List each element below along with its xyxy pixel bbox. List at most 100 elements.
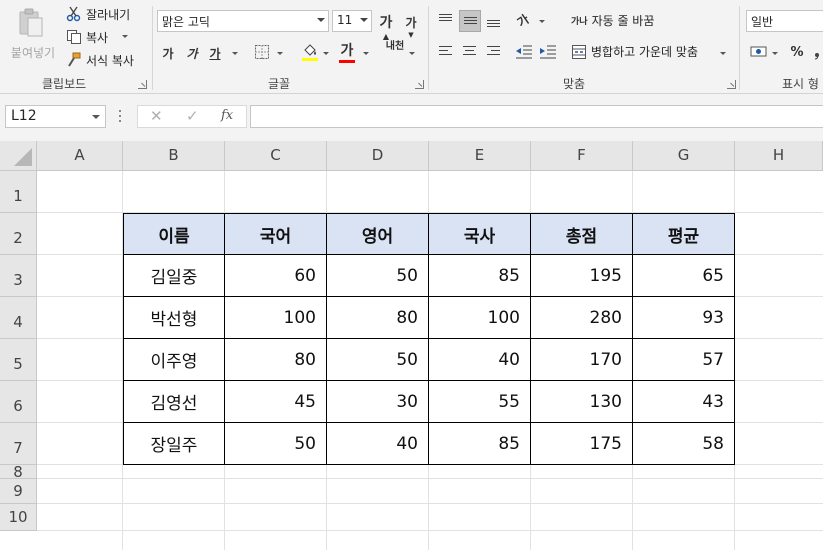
underline-dropdown-icon[interactable] (232, 52, 238, 55)
percent-button[interactable]: % (790, 45, 804, 60)
row-header-3[interactable]: 3 (0, 255, 37, 297)
score-cell[interactable]: 57 (633, 339, 735, 381)
bold-button[interactable]: 가 (161, 45, 175, 62)
student-name-cell[interactable]: 장일주 (123, 423, 225, 465)
score-cell[interactable]: 55 (429, 381, 531, 423)
fill-color-dropdown-icon[interactable] (323, 52, 329, 55)
table-header-cell[interactable]: 이름 (123, 213, 225, 255)
table-header-cell[interactable]: 국어 (225, 213, 327, 255)
copy-button[interactable]: 복사 (66, 27, 129, 47)
alignment-launcher-icon[interactable] (727, 80, 736, 89)
column-header-h[interactable]: H (735, 141, 823, 171)
paste-button[interactable]: 붙여넣기 (6, 6, 58, 60)
score-cell[interactable]: 80 (225, 339, 327, 381)
merge-dropdown-icon[interactable] (720, 52, 726, 55)
score-cell[interactable]: 40 (327, 423, 429, 465)
phonetic-dropdown-icon[interactable] (409, 52, 415, 55)
row-header-8[interactable]: 8 (0, 465, 37, 480)
column-header-f[interactable]: F (531, 141, 633, 171)
score-cell[interactable]: 280 (531, 297, 633, 339)
font-launcher-icon[interactable] (415, 80, 424, 89)
increase-indent-icon[interactable] (539, 44, 557, 60)
score-cell[interactable]: 60 (225, 255, 327, 297)
align-center-button[interactable] (459, 41, 481, 63)
score-cell[interactable]: 80 (327, 297, 429, 339)
enter-icon[interactable]: ✓ (186, 107, 199, 125)
cancel-icon[interactable]: ✕ (150, 107, 163, 125)
row-header-10[interactable]: 10 (0, 504, 37, 531)
score-cell[interactable]: 50 (327, 255, 429, 297)
fill-color-icon[interactable] (301, 42, 319, 62)
align-top-button[interactable] (435, 10, 457, 32)
merge-center-button[interactable]: 병합하고 가운데 맞춤 (571, 43, 698, 60)
score-cell[interactable]: 175 (531, 423, 633, 465)
row-header-7[interactable]: 7 (0, 423, 37, 465)
underline-button[interactable]: 가 (208, 45, 222, 62)
score-cell[interactable]: 170 (531, 339, 633, 381)
phonetic-button[interactable]: 내천 (385, 42, 405, 52)
orientation-button[interactable]: 가 (512, 9, 535, 32)
insert-function-icon[interactable]: fx (221, 108, 233, 123)
currency-dropdown-icon[interactable] (772, 52, 778, 55)
score-cell[interactable]: 40 (429, 339, 531, 381)
student-name-cell[interactable]: 김일중 (123, 255, 225, 297)
border-dropdown-icon[interactable] (277, 52, 283, 55)
table-header-cell[interactable]: 총점 (531, 213, 633, 255)
format-painter-button[interactable]: 서식 복사 (66, 50, 134, 70)
score-cell[interactable]: 58 (633, 423, 735, 465)
wrap-text-button[interactable]: 가나 자동 줄 바꿈 (571, 12, 654, 29)
column-header-d[interactable]: D (327, 141, 429, 171)
score-cell[interactable]: 85 (429, 423, 531, 465)
row-header-5[interactable]: 5 (0, 339, 37, 381)
align-left-button[interactable] (435, 41, 457, 63)
score-cell[interactable]: 85 (429, 255, 531, 297)
align-right-button[interactable] (483, 41, 505, 63)
score-cell[interactable]: 100 (225, 297, 327, 339)
column-header-e[interactable]: E (429, 141, 531, 171)
student-name-cell[interactable]: 박선형 (123, 297, 225, 339)
worksheet-grid[interactable]: A B C D E F G H 1 2 3 4 5 6 7 8 9 10 이름 국어 영어 국사 총점 평균 김일중 60 50 85… (0, 141, 823, 550)
italic-button[interactable]: 가 (185, 45, 199, 62)
font-name-select[interactable]: 맑은 고딕 (157, 10, 329, 32)
border-icon[interactable] (254, 44, 270, 60)
score-cell[interactable]: 100 (429, 297, 531, 339)
table-header-cell[interactable]: 영어 (327, 213, 429, 255)
currency-icon[interactable] (750, 44, 768, 60)
column-header-c[interactable]: C (225, 141, 327, 171)
font-color-button[interactable]: 가 (339, 40, 355, 63)
font-color-dropdown-icon[interactable] (363, 52, 369, 55)
row-header-9[interactable]: 9 (0, 479, 37, 504)
score-cell[interactable]: 30 (327, 381, 429, 423)
score-cell[interactable]: 195 (531, 255, 633, 297)
orientation-dropdown-icon[interactable] (539, 20, 545, 23)
score-cell[interactable]: 130 (531, 381, 633, 423)
row-header-1[interactable]: 1 (0, 171, 37, 213)
score-cell[interactable]: 93 (633, 297, 735, 339)
table-header-cell[interactable]: 국사 (429, 213, 531, 255)
score-cell[interactable]: 50 (327, 339, 429, 381)
row-header-2[interactable]: 2 (0, 213, 37, 255)
formula-bar-resize-handle[interactable] (119, 110, 122, 122)
decrease-indent-icon[interactable] (515, 44, 533, 60)
score-cell[interactable]: 45 (225, 381, 327, 423)
font-size-select[interactable]: 11 (332, 10, 372, 32)
row-header-6[interactable]: 6 (0, 381, 37, 423)
cut-button[interactable]: 잘라내기 (66, 4, 130, 24)
clipboard-launcher-icon[interactable] (138, 80, 147, 89)
table-header-cell[interactable]: 평균 (633, 213, 735, 255)
column-header-b[interactable]: B (123, 141, 225, 171)
student-name-cell[interactable]: 이주영 (123, 339, 225, 381)
column-header-g[interactable]: G (633, 141, 735, 171)
column-header-a[interactable]: A (37, 141, 123, 171)
select-all-button[interactable] (0, 141, 37, 171)
row-header-4[interactable]: 4 (0, 297, 37, 339)
shrink-font-button[interactable]: 가▼ (403, 14, 419, 45)
student-name-cell[interactable]: 김영선 (123, 381, 225, 423)
score-cell[interactable]: 50 (225, 423, 327, 465)
score-cell[interactable]: 65 (633, 255, 735, 297)
number-format-select[interactable]: 일반 (746, 10, 823, 32)
score-cell[interactable]: 43 (633, 381, 735, 423)
align-bottom-button[interactable] (483, 10, 505, 32)
copy-dropdown-icon[interactable] (122, 34, 129, 38)
align-middle-button[interactable] (459, 10, 481, 32)
